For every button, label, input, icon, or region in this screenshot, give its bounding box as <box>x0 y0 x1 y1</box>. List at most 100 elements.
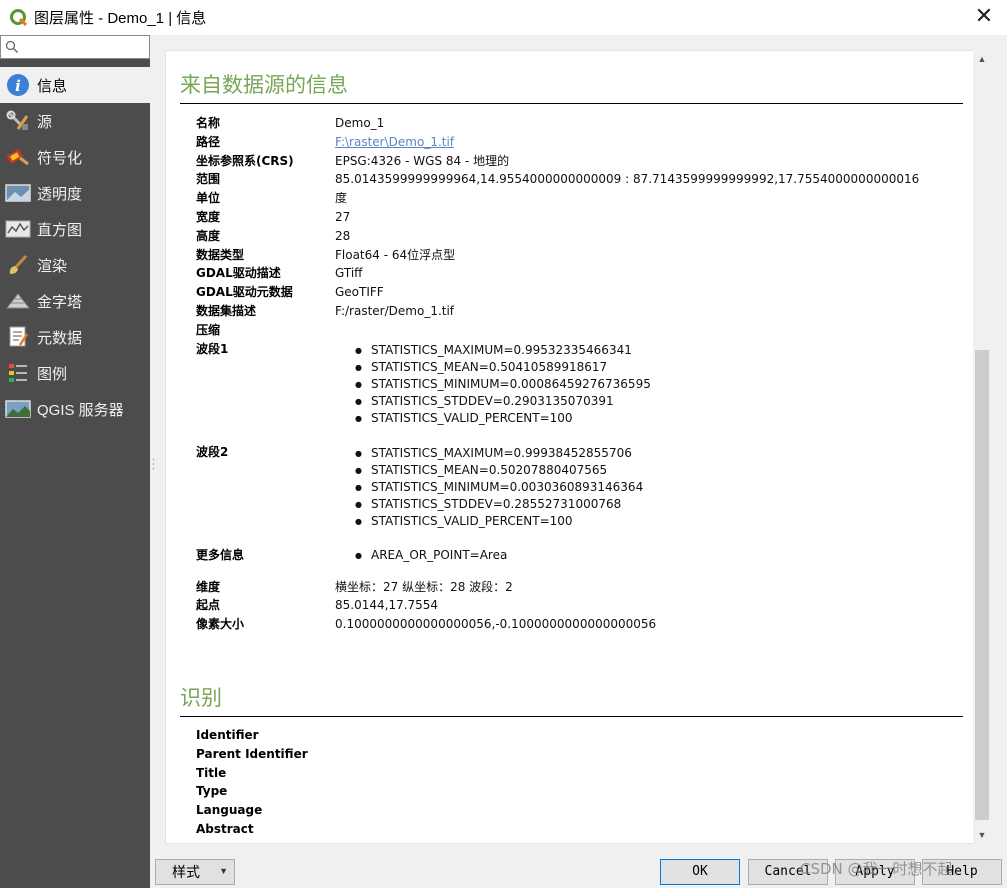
style-button-label: 样式 <box>172 864 200 880</box>
sidebar-item-source[interactable]: 源 <box>0 103 150 139</box>
info-content-panel: 来自数据源的信息 名称 Demo_1 路径 F:\raster\Demo_1.tif… <box>165 50 991 844</box>
table-row: GDAL驱动元数据 GeoTIFF <box>196 283 919 302</box>
property-value: 28 <box>335 228 351 243</box>
property-value <box>335 321 919 340</box>
source-tools-icon <box>4 109 32 133</box>
table-row: 数据集描述 F:/raster/Demo_1.tif <box>196 302 919 321</box>
list-item: AREA_OR_POINT=Area <box>355 547 919 564</box>
table-row: 波段2 STATISTICS_MAXIMUM=0.99938452855706 … <box>196 443 919 546</box>
property-key: 波段2 <box>196 444 229 459</box>
scroll-down-arrow-icon[interactable]: ▼ <box>973 826 991 844</box>
scroll-up-arrow-icon[interactable]: ▲ <box>973 50 991 68</box>
table-row: 波段1 STATISTICS_MAXIMUM=0.99532335466341 … <box>196 340 919 443</box>
property-value: Demo_1 <box>335 116 385 130</box>
table-row: 压缩 <box>196 321 919 340</box>
property-key: 范围 <box>196 172 221 187</box>
band1-stats-list: STATISTICS_MAXIMUM=0.99532335466341 STAT… <box>355 342 919 427</box>
property-key: 高度 <box>196 228 221 243</box>
property-key: 波段1 <box>196 341 229 356</box>
list-item: STATISTICS_VALID_PERCENT=100 <box>355 410 919 427</box>
symbology-brush-icon <box>4 145 32 169</box>
style-dropdown-button[interactable]: 样式 ▼ <box>155 859 235 885</box>
table-row: Parent Identifier <box>196 745 308 764</box>
property-value: 度 <box>335 191 348 206</box>
sidebar-item-label: 图例 <box>37 365 68 383</box>
table-row: 更多信息 AREA_OR_POINT=Area <box>196 546 919 578</box>
sidebar-item-label: 源 <box>37 113 53 131</box>
close-button[interactable]: ✕ <box>969 2 999 32</box>
sidebar-item-label: 金字塔 <box>37 293 83 311</box>
property-key: GDAL驱动描述 <box>196 266 281 281</box>
property-value: F:/raster/Demo_1.tif <box>335 303 455 318</box>
histogram-icon <box>4 217 32 241</box>
property-value: 0.1000000000000000056,-0.100000000000000… <box>335 617 657 632</box>
path-link[interactable]: F:\raster\Demo_1.tif <box>335 135 454 149</box>
watermark: CSDN @我一时想不起 <box>800 860 953 878</box>
chevron-down-icon: ▼ <box>219 866 228 876</box>
title-bar: 图层属性 - Demo_1 | 信息 ✕ <box>0 0 1007 35</box>
sidebar-item-rendering[interactable]: 渲染 <box>0 247 150 283</box>
property-key: Title <box>196 765 227 780</box>
qgis-server-icon <box>4 397 32 421</box>
property-key: 名称 <box>196 116 221 130</box>
metadata-icon <box>4 325 32 349</box>
legend-icon <box>4 361 32 385</box>
section-divider <box>180 103 963 104</box>
search-input[interactable] <box>0 35 150 59</box>
list-item: STATISTICS_VALID_PERCENT=100 <box>355 513 919 530</box>
vertical-scrollbar[interactable]: ▲ ▼ <box>973 50 991 844</box>
property-value: 横坐标：27 纵坐标：28 波段：2 <box>335 579 513 594</box>
info-table: 名称 Demo_1 路径 F:\raster\Demo_1.tif 坐标参照系(CR… <box>196 114 919 634</box>
rendering-brush-icon <box>4 253 32 277</box>
table-row: 高度 28 <box>196 227 919 246</box>
list-item: STATISTICS_MAXIMUM=0.99938452855706 <box>355 445 919 462</box>
sidebar-item-transparency[interactable]: 透明度 <box>0 175 150 211</box>
sidebar-item-label: 渲染 <box>37 257 68 275</box>
table-row: 范围 85.0143599999999964,14.955400000000000… <box>196 170 919 189</box>
sidebar-item-metadata[interactable]: 元数据 <box>0 319 150 355</box>
ok-button[interactable]: OK <box>660 859 740 885</box>
table-row: 宽度 27 <box>196 208 919 227</box>
property-value: GTiff <box>335 266 363 281</box>
table-row: Title <box>196 764 308 783</box>
window-title: 图层属性 - Demo_1 | 信息 <box>34 10 207 27</box>
sidebar-item-info[interactable]: i 信息 <box>0 67 150 103</box>
sidebar-item-symbology[interactable]: 符号化 <box>0 139 150 175</box>
list-item: STATISTICS_MINIMUM=0.0030360893146364 <box>355 479 919 496</box>
list-item: STATISTICS_MAXIMUM=0.99532335466341 <box>355 342 919 359</box>
sidebar-item-label: 信息 <box>37 77 68 95</box>
sidebar-item-legend[interactable]: 图例 <box>0 355 150 391</box>
table-row: GDAL驱动描述 GTiff <box>196 264 919 283</box>
property-key: 像素大小 <box>196 617 245 632</box>
table-row: 单位 度 <box>196 189 919 208</box>
property-key: Language <box>196 803 263 818</box>
property-key: 起点 <box>196 598 221 613</box>
property-key: 更多信息 <box>196 547 245 562</box>
list-item: STATISTICS_MEAN=0.50207880407565 <box>355 462 919 479</box>
section-divider <box>180 716 963 717</box>
scrollbar-thumb[interactable] <box>975 350 989 820</box>
sidebar-item-label: 符号化 <box>37 149 83 167</box>
transparency-icon <box>4 181 32 205</box>
property-key: 宽度 <box>196 209 221 224</box>
svg-text:i: i <box>15 77 21 95</box>
pyramid-icon <box>4 289 32 313</box>
property-value: GeoTIFF <box>335 285 384 300</box>
property-value: 27 <box>335 209 351 224</box>
table-row: 坐标参照系(CRS) EPSG:4326 - WGS 84 - 地理的 <box>196 152 919 171</box>
sidebar-item-qgis-server[interactable]: QGIS 服务器 <box>0 391 150 427</box>
list-item: STATISTICS_MINIMUM=0.00086459276736595 <box>355 376 919 393</box>
table-row: 维度 横坐标：27 纵坐标：28 波段：2 <box>196 578 919 597</box>
table-row: Language <box>196 801 308 820</box>
sidebar-item-histogram[interactable]: 直方图 <box>0 211 150 247</box>
splitter-handle[interactable] <box>152 458 155 470</box>
property-value: EPSG:4326 - WGS 84 - 地理的 <box>335 153 510 168</box>
property-key: 维度 <box>196 579 221 594</box>
property-key: 坐标参照系(CRS) <box>196 153 294 168</box>
table-row: 名称 Demo_1 <box>196 114 919 133</box>
sidebar-item-label: 直方图 <box>37 221 83 239</box>
property-key: Type <box>196 784 228 799</box>
info-icon: i <box>4 73 32 97</box>
sidebar-item-pyramids[interactable]: 金字塔 <box>0 283 150 319</box>
property-key: 数据集描述 <box>196 303 257 318</box>
